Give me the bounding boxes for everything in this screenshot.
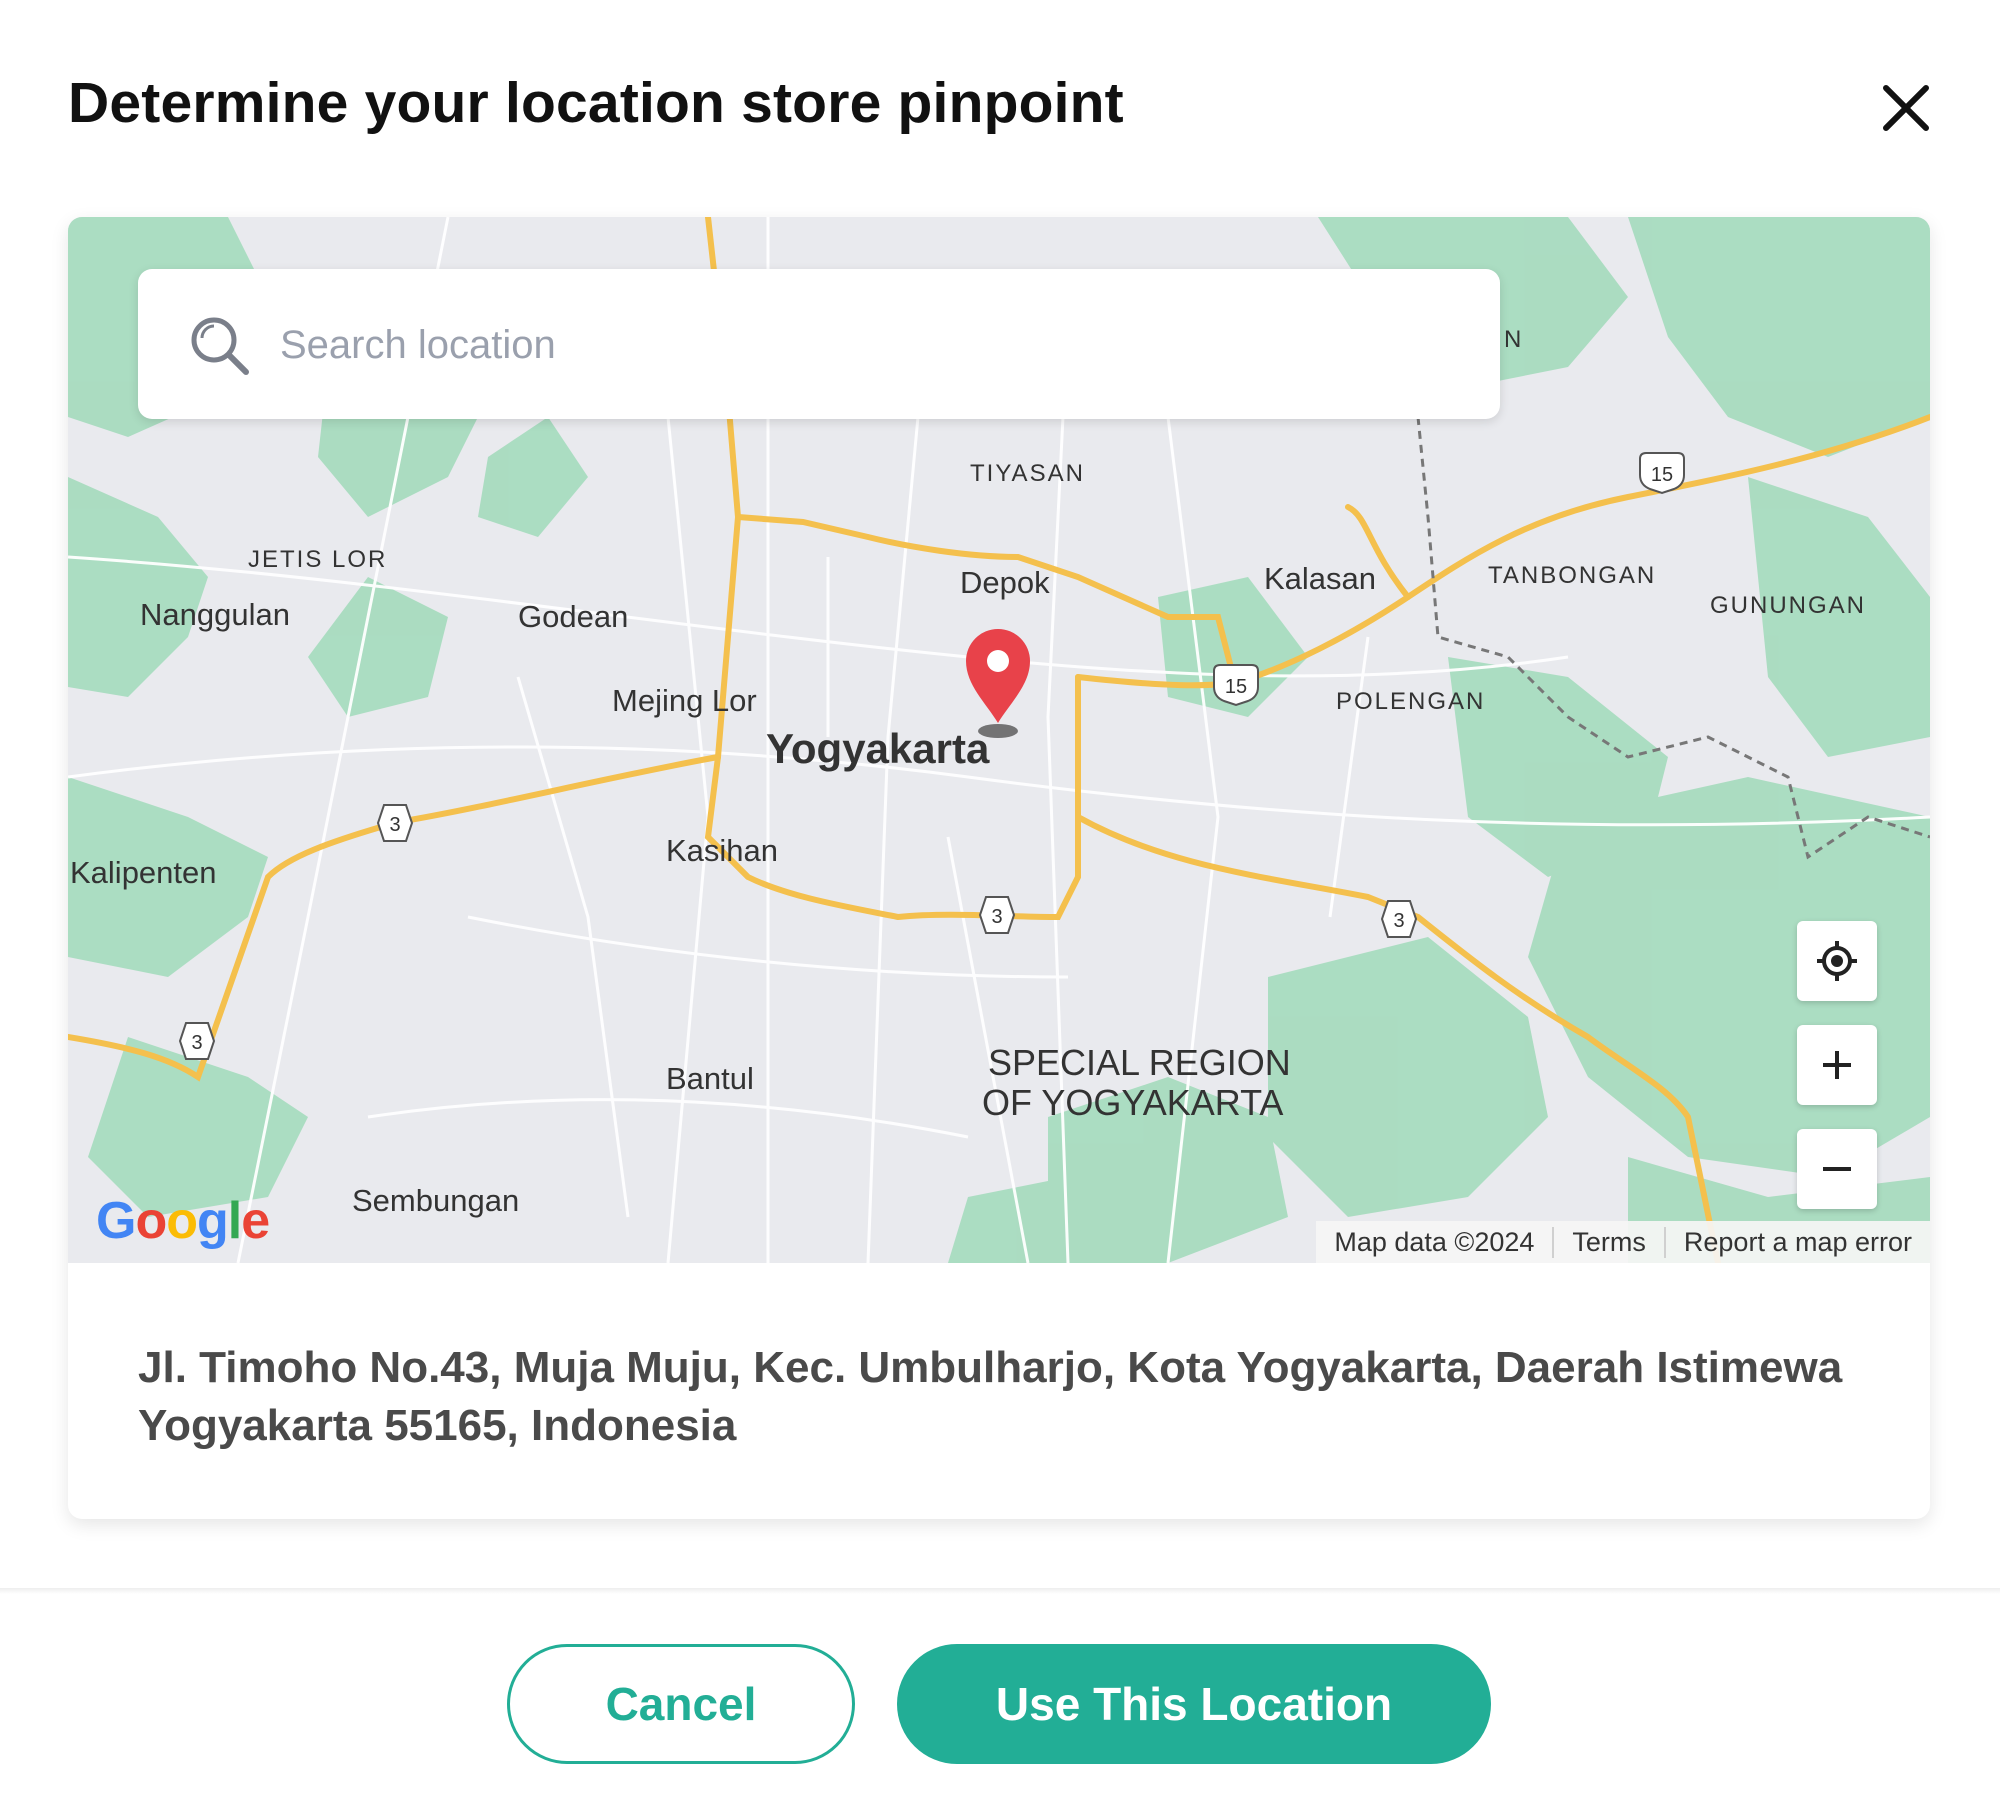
plus-icon — [1823, 1051, 1851, 1079]
map-data-text: Map data ©2024 — [1334, 1226, 1535, 1257]
use-location-button[interactable]: Use This Location — [897, 1644, 1491, 1764]
svg-text:3: 3 — [389, 814, 400, 836]
footer-divider — [0, 1588, 2000, 1594]
map-label: Kasihan — [666, 833, 778, 868]
map-card: 15 15 3 3 3 3 JETIS LOR Nanggulan Godean… — [68, 217, 1930, 1519]
route-shield-15: 15 — [1639, 452, 1685, 495]
map-label: TIYASAN — [970, 460, 1085, 487]
svg-text:3: 3 — [191, 1032, 202, 1054]
map-label: Nanggulan — [140, 597, 290, 632]
search-icon — [191, 317, 249, 375]
svg-text:3: 3 — [991, 906, 1002, 928]
report-error-link[interactable]: Report a map error — [1663, 1226, 1930, 1258]
route-shield-3: 3 — [978, 896, 1016, 934]
svg-text:15: 15 — [1225, 676, 1247, 698]
map-view[interactable]: 15 15 3 3 3 3 JETIS LOR Nanggulan Godean… — [68, 217, 1930, 1263]
map-label: Kalasan — [1264, 561, 1376, 596]
map-label: JETIS LOR — [248, 546, 387, 573]
dialog-title: Determine your location store pinpoint — [68, 71, 1124, 135]
map-label: Godean — [518, 599, 628, 634]
my-location-icon — [1817, 941, 1857, 981]
map-label: GUNUNGAN — [1710, 592, 1866, 619]
svg-text:15: 15 — [1651, 464, 1673, 486]
google-logo: Google — [96, 1192, 270, 1250]
map-label: Bantul — [666, 1061, 754, 1096]
map-label-region: SPECIAL REGION — [988, 1042, 1291, 1083]
close-button[interactable] — [1876, 78, 1936, 138]
terms-link[interactable]: Terms — [1552, 1226, 1664, 1258]
map-label: Depok — [960, 565, 1050, 600]
route-shield-15: 15 — [1213, 664, 1259, 707]
location-dialog: Determine your location store pinpoint 1… — [0, 0, 2000, 1805]
map-label: Mejing Lor — [612, 683, 757, 718]
route-shield-3: 3 — [1380, 900, 1418, 938]
map-label: POLENGAN — [1336, 688, 1485, 715]
map-label: N — [1504, 326, 1521, 353]
map-label-region: OF YOGYAKARTA — [982, 1082, 1283, 1123]
route-shield-3: 3 — [376, 804, 414, 842]
map-label: TANBONGAN — [1488, 562, 1656, 589]
map-label: Kalipenten — [70, 855, 217, 890]
address-text: Jl. Timoho No.43, Muja Muju, Kec. Umbulh… — [138, 1343, 1843, 1450]
close-icon — [1883, 85, 1929, 131]
search-input[interactable] — [278, 299, 1462, 391]
zoom-in-button[interactable] — [1797, 1025, 1877, 1105]
zoom-out-button[interactable] — [1797, 1129, 1877, 1209]
cancel-button[interactable]: Cancel — [507, 1644, 855, 1764]
minus-icon — [1823, 1167, 1851, 1171]
map-attribution: Map data ©2024 Terms Report a map error — [1316, 1221, 1930, 1263]
map-label: Sembungan — [352, 1183, 519, 1218]
my-location-button[interactable] — [1797, 921, 1877, 1001]
search-box[interactable] — [138, 269, 1500, 419]
map-label-city: Yogyakarta — [766, 725, 990, 772]
route-shield-3: 3 — [178, 1022, 216, 1060]
svg-text:3: 3 — [1393, 910, 1404, 932]
